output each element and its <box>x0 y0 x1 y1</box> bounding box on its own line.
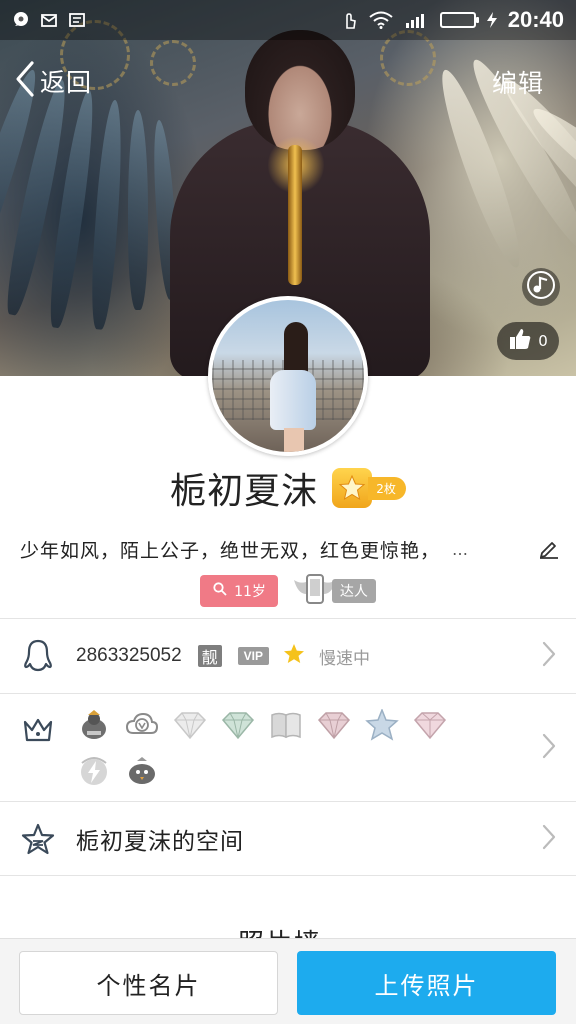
nickname: 栀初夏沫 <box>170 471 319 512</box>
cloud-vip-badge-icon[interactable] <box>124 707 160 743</box>
blue-star-badge-icon[interactable] <box>364 707 400 743</box>
like-count: 0 <box>538 332 548 350</box>
badge-list <box>76 707 456 789</box>
lightning-badge-icon[interactable] <box>76 753 112 789</box>
star-icon <box>283 643 305 669</box>
medal-badge[interactable]: 2枚 <box>332 468 406 508</box>
status-bar: 20:40 <box>0 0 576 40</box>
medal-star-icon <box>332 468 373 508</box>
medal-count: 2枚 <box>368 476 406 500</box>
music-note-icon <box>526 270 556 304</box>
profile-card-button[interactable]: 个性名片 <box>19 951 278 1015</box>
age-tag: 11岁 <box>200 575 278 607</box>
touch-icon <box>340 11 358 29</box>
pink-diamond-badge-icon[interactable] <box>316 707 352 743</box>
expert-label: 达人 <box>331 579 376 603</box>
message-icon <box>68 11 86 29</box>
chevron-right-icon <box>542 641 556 671</box>
cover-person-head <box>245 30 355 150</box>
liang-badge: 靓 <box>197 645 222 667</box>
privileges-row[interactable] <box>0 694 576 801</box>
avatar-figure-coat <box>270 370 316 430</box>
status-time: 20:40 <box>507 7 564 32</box>
chat-bubble-icon <box>12 11 30 29</box>
vip-badge: VIP <box>237 647 270 665</box>
status-bar-system: 20:40 <box>340 7 564 33</box>
bird-badge-icon[interactable] <box>124 753 160 789</box>
green-diamond-badge-icon[interactable] <box>220 707 256 743</box>
status-bar-notifications <box>12 11 86 29</box>
penguin-badge-icon[interactable] <box>76 707 112 743</box>
signature-text: 少年如风，陌上公子，绝世无双，红色更惊艳， <box>20 540 441 562</box>
tags-row: 11岁 达人 <box>0 572 576 610</box>
qq-number: 2863325052 <box>76 645 182 666</box>
gear-decoration <box>150 40 196 86</box>
wifi-icon <box>368 11 394 29</box>
qzone-row[interactable]: 栀初夏沫的空间 <box>0 802 576 875</box>
age-label: 11岁 <box>234 584 266 600</box>
divider <box>0 875 576 876</box>
like-button[interactable]: 0 <box>497 322 559 360</box>
wing-feather <box>128 110 148 310</box>
book-badge-icon[interactable] <box>268 707 304 743</box>
signature-ellipsis: … <box>452 540 469 559</box>
golden-key <box>288 145 302 285</box>
back-label: 返回 <box>40 68 93 97</box>
speed-status: 慢速中 <box>319 648 371 669</box>
signature-row[interactable]: 少年如风，陌上公子，绝世无双，红色更惊艳， … <box>20 536 560 563</box>
bottom-action-bar: 个性名片 上传照片 <box>0 938 576 1024</box>
diamond-badge-icon[interactable] <box>172 707 208 743</box>
edit-button[interactable]: 编辑 <box>492 64 544 100</box>
avatar-figure-legs <box>284 428 304 452</box>
female-gender-icon <box>212 581 228 601</box>
avatar[interactable] <box>208 296 368 456</box>
mail-icon <box>40 11 58 29</box>
pencil-icon[interactable] <box>538 537 560 563</box>
star-outline-icon <box>20 823 56 855</box>
battery-icon <box>439 12 479 28</box>
penguin-icon <box>20 639 56 673</box>
charging-icon <box>486 11 498 29</box>
expert-badge[interactable]: 达人 <box>292 572 376 610</box>
music-button[interactable] <box>522 268 560 306</box>
qq-info-row[interactable]: 2863325052 靓 VIP 慢速中 <box>0 619 576 693</box>
back-button[interactable]: 返回 <box>14 60 92 102</box>
qzone-label: 栀初夏沫的空间 <box>76 828 244 855</box>
chevron-right-icon <box>542 824 556 854</box>
upload-photo-button[interactable]: 上传照片 <box>297 951 556 1015</box>
signal-icon <box>404 11 430 29</box>
wing-feather <box>87 99 126 331</box>
chevron-right-icon <box>542 733 556 763</box>
crown-icon <box>20 716 56 744</box>
chevron-left-icon <box>14 60 36 102</box>
name-row: 栀初夏沫 2枚 <box>0 462 576 514</box>
gem-badge-icon[interactable] <box>412 707 448 743</box>
thumbs-up-icon <box>508 327 532 355</box>
